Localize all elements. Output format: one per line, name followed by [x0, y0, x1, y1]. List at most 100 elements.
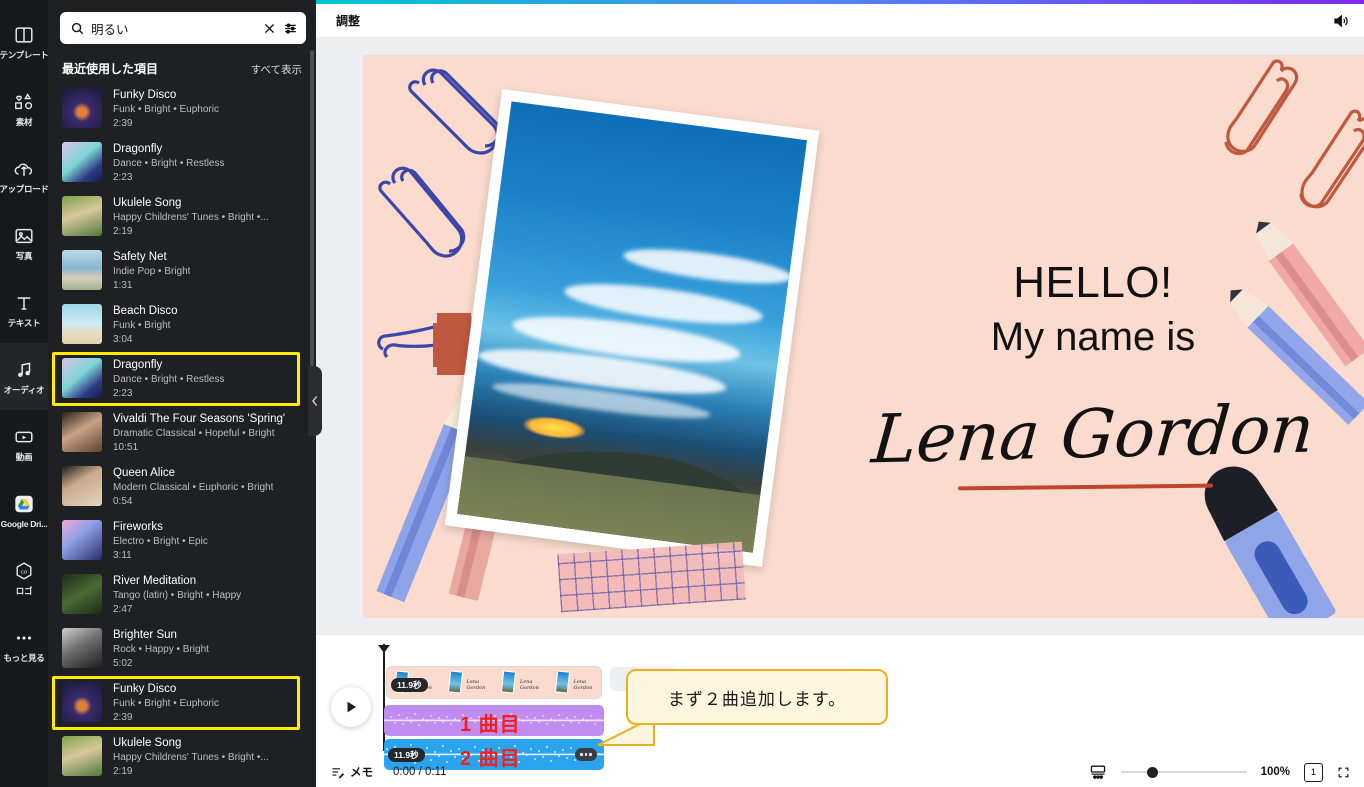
sun-glow: [521, 413, 587, 442]
video-duration-badge: 11.9秒: [391, 678, 428, 692]
rail-item-template[interactable]: テンプレート: [0, 8, 49, 75]
track-name: Dragonfly: [113, 143, 163, 155]
track-duration: 3:04: [113, 334, 133, 345]
rail-label-more: もっと見る: [3, 652, 45, 663]
track-meta: Ukulele Song Happy Childrens' Tunes • Bri…: [113, 736, 269, 779]
design-canvas[interactable]: HELLO! My name is Lena Gordon: [363, 55, 1364, 618]
track-name: Vivaldi The Four Seasons 'Spring': [113, 413, 286, 425]
search-input[interactable]: [91, 21, 256, 35]
rail-label-template: テンプレート: [0, 49, 49, 60]
zoom-slider-knob[interactable]: [1146, 767, 1158, 778]
notes-button[interactable]: メモ: [330, 764, 373, 780]
headline-text[interactable]: HELLO! My name is: [863, 255, 1323, 363]
track-name: River Meditation: [113, 575, 197, 587]
panel-scrollbar[interactable]: [310, 50, 314, 410]
track-list-item[interactable]: River Meditation Tango (latin) • Bright •…: [48, 568, 316, 622]
myname-line: My name is: [990, 315, 1196, 359]
volume-icon[interactable]: [1332, 12, 1350, 30]
track-duration: 2:23: [113, 388, 133, 399]
track-list-item[interactable]: Beach Disco Funk • Bright 3:04: [48, 298, 316, 352]
track-list-item[interactable]: Funky Disco Funk • Bright • Euphoric 2:39: [48, 676, 316, 730]
clip-options-button[interactable]: [575, 748, 597, 761]
rail-item-text[interactable]: テキスト: [0, 276, 48, 343]
rail-item-more[interactable]: もっと見る: [0, 611, 48, 678]
close-icon[interactable]: [262, 21, 277, 36]
track-thumbnail: [62, 412, 102, 452]
track-thumbnail: [62, 520, 102, 560]
rail-item-video[interactable]: 動画: [0, 410, 48, 477]
callout-bubble: まず２曲追加します。: [626, 669, 888, 725]
track-list-item[interactable]: Funky Disco Funk • Bright • Euphoric 2:39: [48, 82, 316, 136]
track-meta: Funky Disco Funk • Bright • Euphoric 2:39: [113, 88, 219, 131]
track-thumbnail: [62, 466, 102, 506]
track-list-item[interactable]: Safety Net Indie Pop • Bright 1:31: [48, 244, 316, 298]
track-thumbnail: [62, 304, 102, 344]
upload-icon: [14, 163, 33, 176]
track-list[interactable]: Funky Disco Funk • Bright • Euphoric 2:39 D…: [48, 82, 316, 787]
timeline-panel: Lena Gordon Lena Gordon Lena Gordon Lena…: [316, 634, 1364, 787]
track-tags: Funk • Bright • Euphoric: [113, 698, 219, 709]
track-list-item[interactable]: Dragonfly Dance • Bright • Restless 2:23: [48, 352, 316, 406]
track-tags: Rock • Happy • Bright: [113, 644, 209, 655]
track-meta: Brighter Sun Rock • Happy • Bright 5:02: [113, 628, 209, 671]
zoom-slider[interactable]: [1120, 765, 1247, 779]
play-button[interactable]: [331, 687, 371, 727]
rail-item-upload[interactable]: アップロード: [0, 142, 49, 209]
more-icon: [16, 635, 32, 640]
track-meta: Fireworks Electro • Bright • Epic 3:11: [113, 520, 208, 563]
chevron-left-icon: [312, 395, 318, 407]
time-display: 0:00 / 0:11: [393, 766, 447, 778]
photo-element[interactable]: [444, 88, 820, 568]
track-tags: Dance • Bright • Restless: [113, 374, 225, 385]
track-duration: 2:23: [113, 172, 133, 183]
track-meta: Dragonfly Dance • Bright • Restless 2:23: [113, 142, 225, 185]
fullscreen-icon[interactable]: [1337, 766, 1350, 779]
rail-label-video: 動画: [15, 451, 33, 462]
panel-collapse-handle[interactable]: [308, 366, 322, 436]
track-meta: Queen Alice Modern Classical • Euphoric •…: [113, 466, 273, 509]
washi-tape[interactable]: [557, 541, 746, 613]
track-list-item[interactable]: Ukulele Song Happy Childrens' Tunes • Bri…: [48, 190, 316, 244]
timeline-audio-clip-1[interactable]: 1 曲目: [384, 705, 604, 736]
timing-icon[interactable]: [1089, 764, 1107, 780]
track-thumbnail: [62, 736, 102, 776]
play-icon: [347, 701, 356, 713]
template-icon: [15, 26, 33, 43]
search-container: [48, 0, 316, 50]
page-count-label: 1: [1310, 767, 1316, 777]
signature-text[interactable]: Lena Gordon: [839, 389, 1346, 479]
see-all-link[interactable]: すべて表示: [251, 62, 302, 77]
track-thumbnail: [62, 574, 102, 614]
track-meta: Safety Net Indie Pop • Bright 1:31: [113, 250, 190, 293]
timeline-video-clip[interactable]: Lena Gordon Lena Gordon Lena Gordon Lena…: [386, 666, 602, 699]
rail-item-photo[interactable]: 写真: [0, 209, 48, 276]
track-list-item[interactable]: Queen Alice Modern Classical • Euphoric •…: [48, 460, 316, 514]
elements-icon: [15, 92, 33, 109]
page-count-button[interactable]: 1: [1304, 760, 1325, 782]
track-list-item[interactable]: Ukulele Song Happy Childrens' Tunes • Bri…: [48, 730, 316, 784]
track-thumbnail: [62, 250, 102, 290]
track-tags: Happy Childrens' Tunes • Bright •...: [113, 752, 269, 763]
track-list-item[interactable]: Dragonfly Dance • Bright • Restless 2:23: [48, 136, 316, 190]
rail-item-google-drive[interactable]: Google Dri...: [0, 477, 48, 544]
design-stage: HELLO! My name is Lena Gordon: [316, 37, 1364, 634]
adjust-button[interactable]: 調整: [336, 12, 360, 29]
track-tags: Funk • Bright: [113, 320, 171, 331]
notes-icon: [332, 767, 345, 778]
section-header: 最近使用した項目 すべて表示: [48, 50, 316, 83]
track-list-item[interactable]: Vivaldi The Four Seasons 'Spring' Dramati…: [48, 406, 316, 460]
section-title: 最近使用した項目: [62, 62, 159, 76]
notes-label: メモ: [350, 767, 373, 779]
track-name: Brighter Sun: [113, 629, 177, 641]
track-duration: 5:02: [113, 658, 133, 669]
track-list-item[interactable]: Brighter Sun Rock • Happy • Bright 5:02: [48, 622, 316, 676]
search-box[interactable]: [60, 12, 306, 44]
rail-item-elements[interactable]: 素材: [0, 75, 48, 142]
filter-icon[interactable]: [283, 21, 298, 36]
text-icon: [17, 296, 31, 310]
track-duration: 1:31: [113, 280, 133, 291]
rail-item-audio[interactable]: オーディオ: [0, 343, 48, 410]
video-icon: [15, 431, 33, 442]
track-list-item[interactable]: Fireworks Electro • Bright • Epic 3:11: [48, 514, 316, 568]
rail-item-logo[interactable]: co ロゴ: [0, 544, 48, 611]
